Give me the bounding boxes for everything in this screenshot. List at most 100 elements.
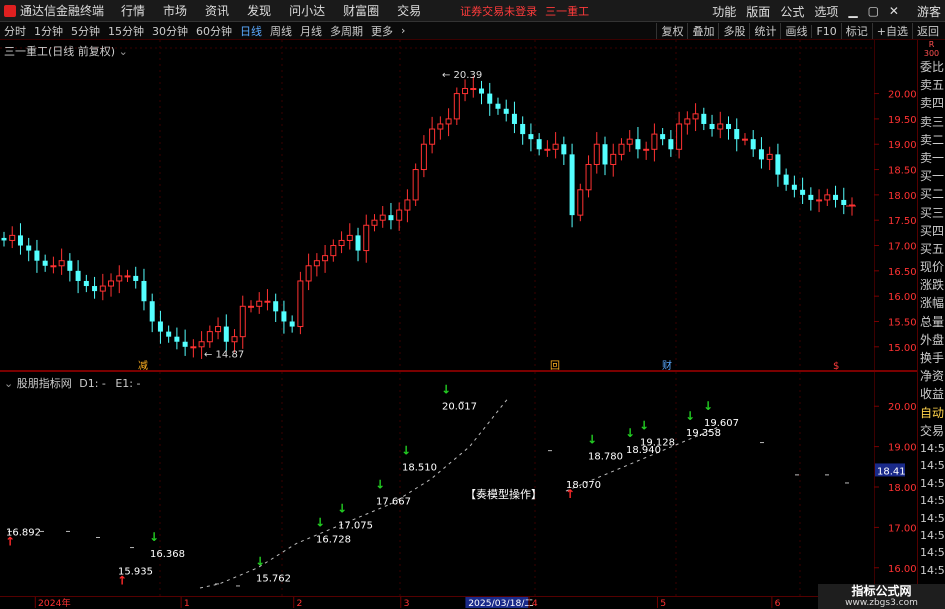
candle-body[interactable] [75, 270, 81, 281]
candle-body[interactable] [108, 280, 115, 287]
quote-field[interactable]: 收益 [918, 385, 945, 403]
quote-field[interactable]: 委比 [918, 58, 945, 76]
candle-body[interactable] [503, 108, 509, 114]
candle-body[interactable] [816, 199, 823, 202]
tool-biaoji[interactable]: 标记 [840, 23, 872, 39]
candle-body[interactable] [289, 321, 295, 327]
candle-body[interactable] [791, 184, 797, 190]
candle-body[interactable] [198, 341, 205, 348]
candle-body[interactable] [231, 336, 238, 343]
candle-body[interactable] [808, 194, 814, 200]
candle-body[interactable] [9, 234, 16, 241]
candle-body[interactable] [412, 169, 419, 201]
candle-body[interactable] [34, 250, 40, 261]
candle-body[interactable] [26, 245, 32, 251]
minimize-icon[interactable]: ▁ [848, 4, 857, 18]
candle-body[interactable] [346, 234, 353, 241]
candle-body[interactable] [124, 275, 131, 278]
candle-body[interactable] [116, 275, 123, 282]
candle-body[interactable] [149, 301, 155, 322]
candle-body[interactable] [766, 153, 773, 160]
candle-body[interactable] [141, 280, 147, 302]
quote-field[interactable]: 卖四 [918, 94, 945, 112]
candle-body[interactable] [396, 209, 403, 221]
quote-field[interactable]: 外盘 [918, 331, 945, 349]
candle-body[interactable] [511, 113, 517, 124]
panel-head[interactable]: R 300 [918, 40, 945, 58]
candle-body[interactable] [453, 93, 460, 120]
candle-body[interactable] [709, 123, 715, 130]
period-15min[interactable]: 15分钟 [108, 23, 144, 39]
quote-field[interactable]: 买五 [918, 240, 945, 258]
candle-body[interactable] [750, 139, 756, 150]
candle-body[interactable] [610, 153, 617, 165]
quote-field[interactable]: 买一 [918, 167, 945, 185]
quote-field[interactable]: 现价 [918, 258, 945, 276]
candle-body[interactable] [684, 118, 691, 125]
quote-field[interactable]: 涨幅 [918, 294, 945, 312]
candle-body[interactable] [247, 305, 254, 308]
candle-body[interactable] [544, 148, 551, 151]
candle-body[interactable] [355, 235, 361, 251]
menu-item-shichang[interactable]: 市场 [163, 2, 187, 19]
login-notice[interactable]: 证券交易未登录 [460, 3, 537, 19]
quote-field[interactable]: 涨跌 [918, 276, 945, 294]
quote-field[interactable]: 买四 [918, 222, 945, 240]
candle-body[interactable] [783, 174, 789, 185]
candle-body[interactable] [99, 285, 106, 292]
tool-f10[interactable]: F10 [811, 24, 840, 38]
chevron-down-icon[interactable]: ⌄ [119, 45, 128, 58]
menu-item-faxian[interactable]: 发现 [247, 2, 271, 19]
menu-item-gongshi[interactable]: 公式 [780, 3, 804, 20]
candle-body[interactable] [322, 255, 329, 262]
quote-field[interactable]: 卖三 [918, 113, 945, 131]
candle-body[interactable] [520, 123, 526, 135]
period-30min[interactable]: 30分钟 [152, 23, 188, 39]
candle-body[interactable] [281, 311, 287, 322]
candle-body[interactable] [264, 300, 271, 303]
candle-body[interactable] [388, 215, 394, 221]
candle-body[interactable] [305, 265, 312, 282]
maximize-icon[interactable]: ▢ [868, 4, 879, 18]
candle-body[interactable] [552, 143, 559, 150]
candle-body[interactable] [643, 148, 650, 151]
quote-field[interactable]: 净资 [918, 367, 945, 385]
tool-fuquan[interactable]: 复权 [656, 23, 687, 39]
tool-fanhui[interactable]: 返回 [912, 23, 943, 39]
quote-field[interactable]: 总量 [918, 313, 945, 331]
candle-body[interactable] [83, 280, 89, 287]
candle-body[interactable] [758, 149, 764, 160]
candle-body[interactable] [775, 154, 781, 175]
quote-field[interactable]: 换手 [918, 349, 945, 367]
tab-trade[interactable]: 交易 [918, 422, 945, 440]
period-1min[interactable]: 1分钟 [34, 23, 63, 39]
candle-body[interactable] [734, 129, 740, 140]
period-more[interactable]: 更多 [371, 23, 393, 39]
candle-body[interactable] [824, 194, 831, 201]
candle-body[interactable] [330, 245, 337, 257]
candle-body[interactable] [593, 143, 600, 165]
candle-body[interactable] [363, 224, 370, 252]
period-monthly[interactable]: 月线 [300, 23, 322, 39]
quote-field[interactable]: 卖五 [918, 76, 945, 94]
quote-field[interactable]: 卖一 [918, 149, 945, 167]
tool-tongji[interactable]: 统计 [749, 23, 780, 39]
candle-body[interactable] [215, 326, 222, 333]
quote-field[interactable]: 卖二 [918, 131, 945, 149]
chevron-down-icon[interactable]: ⌄ [4, 377, 13, 390]
period-multi[interactable]: 多周期 [330, 23, 363, 39]
candle-body[interactable] [1, 237, 7, 241]
event-marker[interactable]: 回 [550, 360, 560, 370]
menu-item-jiaoyi[interactable]: 交易 [397, 2, 421, 19]
candle-body[interactable] [17, 235, 23, 246]
tool-zixuan[interactable]: +自选 [871, 23, 912, 39]
period-60min[interactable]: 60分钟 [196, 23, 232, 39]
tab-auto[interactable]: 自动 [918, 404, 945, 422]
close-icon[interactable]: ✕ [889, 4, 899, 18]
menu-item-hangqing[interactable]: 行情 [121, 2, 145, 19]
event-marker[interactable]: 财 [662, 359, 672, 370]
candle-body[interactable] [429, 128, 436, 145]
candle-body[interactable] [133, 275, 139, 281]
tool-huaxian[interactable]: 画线 [780, 23, 811, 39]
candle-body[interactable] [701, 113, 707, 124]
